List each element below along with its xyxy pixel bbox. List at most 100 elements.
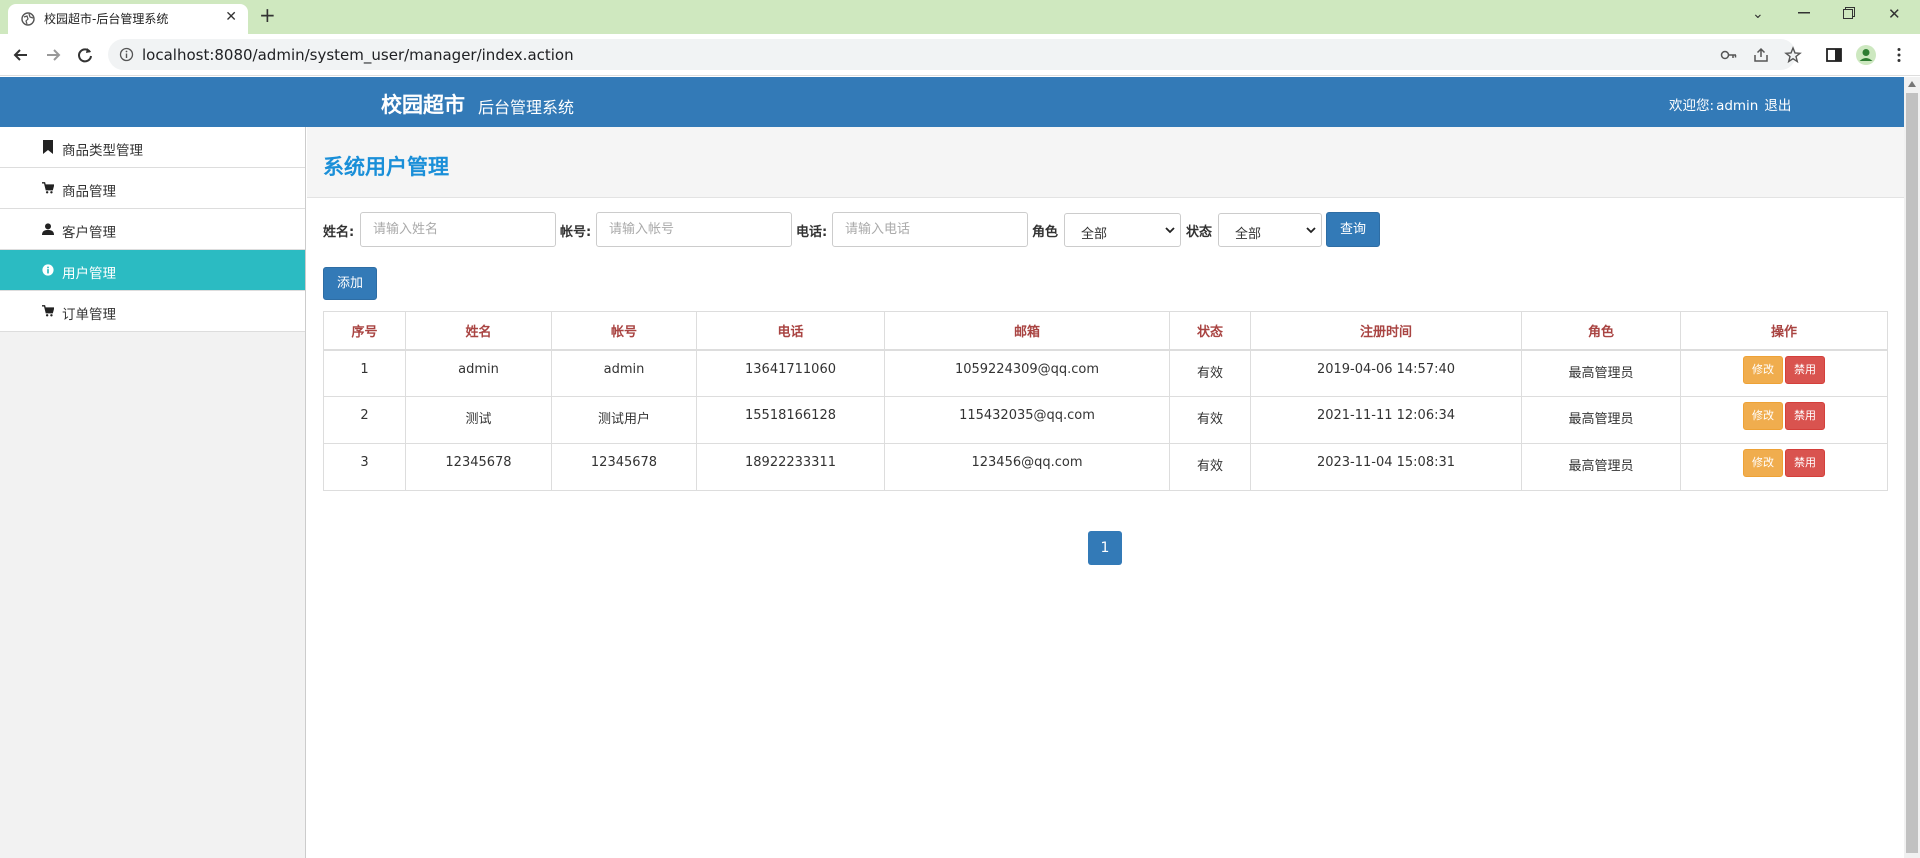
table-row: 2 测试 测试用户 15518166128 115432035@qq.com 有… [323, 396, 1888, 444]
cell-name: 测试 [405, 396, 552, 444]
welcome-text: 欢迎您: admin 退出 [1669, 94, 1791, 114]
cell-no: 3 [323, 443, 406, 491]
globe-icon [21, 12, 35, 26]
url-text[interactable]: localhost:8080/admin/system_user/manager… [142, 46, 574, 64]
back-arrow-icon[interactable] [10, 44, 32, 66]
sidebar-item-users[interactable]: 用户管理 [0, 250, 305, 291]
cell-actions: 修改 禁用 [1680, 349, 1888, 397]
sidebar-item-product-types[interactable]: 商品类型管理 [0, 127, 305, 168]
cell-phone: 13641711060 [696, 349, 885, 397]
status-filter-value: 全部 [1235, 227, 1262, 242]
cell-status: 有效 [1169, 349, 1251, 397]
cell-no: 1 [323, 349, 406, 397]
role-filter-label: 角色 [1032, 225, 1059, 240]
name-filter-label: 姓名: [323, 225, 355, 240]
reload-icon[interactable] [74, 44, 96, 66]
cell-name: admin [405, 349, 552, 397]
restore-icon[interactable] [1843, 7, 1855, 19]
add-button[interactable]: 添加 [323, 267, 377, 300]
account-filter-label: 帐号: [560, 225, 592, 240]
disable-button[interactable]: 禁用 [1785, 402, 1825, 430]
site-info-icon[interactable] [119, 47, 134, 62]
user-icon [42, 223, 54, 235]
column-header: 注册时间 [1250, 311, 1522, 351]
sidebar-item-products[interactable]: 商品管理 [0, 168, 305, 209]
profile-avatar-icon[interactable] [1855, 44, 1877, 66]
status-filter-select[interactable]: 全部 [1218, 213, 1322, 247]
column-header: 帐号 [551, 311, 697, 351]
account-filter-input[interactable] [596, 212, 792, 247]
tab-title: 校园超市-后台管理系统 [44, 12, 169, 26]
info-icon [42, 264, 54, 276]
edit-button[interactable]: 修改 [1743, 402, 1783, 430]
cell-actions: 修改 禁用 [1680, 443, 1888, 491]
key-icon[interactable] [1720, 46, 1738, 64]
cart-icon [42, 182, 54, 194]
bookmark-icon [43, 140, 53, 154]
cell-email: 115432035@qq.com [884, 396, 1170, 444]
cell-registered: 2023-11-04 15:08:31 [1250, 443, 1522, 491]
users-table: 序号 姓名 帐号 电话 邮箱 状态 注册时间 角色 操作 1 admin adm… [323, 311, 1888, 491]
cell-registered: 2019-04-06 14:57:40 [1250, 349, 1522, 397]
app-header: 校园超市 后台管理系统 欢迎您: admin 退出 [0, 77, 1904, 127]
edit-button[interactable]: 修改 [1743, 355, 1783, 384]
window-close-icon[interactable]: ✕ [1888, 5, 1901, 23]
pagination-page-button[interactable]: 1 [1088, 531, 1122, 565]
sidebar: 商品类型管理 商品管理 客户管理 用户管理 订单管理 [0, 127, 306, 858]
cell-phone: 18922233311 [696, 443, 885, 491]
side-panel-icon[interactable] [1825, 46, 1843, 64]
cell-email: 1059224309@qq.com [884, 349, 1170, 397]
name-filter-input[interactable] [360, 212, 556, 247]
cell-account: 测试用户 [551, 396, 697, 444]
browser-tab[interactable]: 校园超市-后台管理系统 ✕ [8, 4, 248, 34]
sidebar-item-label: 客户管理 [62, 225, 116, 241]
scroll-up-arrow-icon[interactable] [1908, 81, 1916, 87]
sidebar-item-orders[interactable]: 订单管理 [0, 291, 305, 332]
sidebar-item-label: 用户管理 [62, 266, 116, 282]
role-filter-select[interactable]: 全部 [1064, 213, 1181, 247]
new-tab-icon[interactable]: + [259, 5, 276, 25]
phone-filter-input[interactable] [832, 212, 1028, 247]
cart-icon [42, 305, 54, 317]
minimize-icon[interactable] [1798, 12, 1810, 14]
cell-name: 12345678 [405, 443, 552, 491]
edit-button[interactable]: 修改 [1743, 449, 1783, 477]
column-header: 姓名 [405, 311, 552, 351]
page-header: 系统用户管理 [307, 127, 1904, 198]
cell-account: 12345678 [551, 443, 697, 491]
tab-close-icon[interactable]: ✕ [225, 9, 237, 25]
column-header: 序号 [323, 311, 406, 351]
chevron-down-icon [1306, 227, 1316, 234]
address-bar[interactable]: localhost:8080/admin/system_user/manager… [108, 39, 1796, 70]
column-header: 邮箱 [884, 311, 1170, 351]
cell-phone: 15518166128 [696, 396, 885, 444]
query-button[interactable]: 查询 [1326, 212, 1380, 247]
sidebar-item-label: 商品类型管理 [62, 143, 143, 159]
sidebar-item-customers[interactable]: 客户管理 [0, 209, 305, 250]
cell-actions: 修改 禁用 [1680, 396, 1888, 444]
scrollbar-thumb[interactable] [1906, 93, 1918, 853]
disable-button[interactable]: 禁用 [1785, 355, 1825, 384]
cell-status: 有效 [1169, 396, 1251, 444]
share-icon[interactable] [1752, 46, 1770, 64]
brand-title: 校园超市 [381, 93, 465, 117]
page-scrollbar[interactable] [1904, 77, 1920, 858]
browser-tabbar: 校园超市-后台管理系统 ✕ + ⌄ ✕ [0, 0, 1920, 34]
cell-account: admin [551, 349, 697, 397]
chevron-down-icon[interactable]: ⌄ [1752, 6, 1764, 22]
forward-arrow-icon[interactable] [42, 44, 64, 66]
cell-role: 最高管理员 [1521, 349, 1681, 397]
sidebar-item-label: 商品管理 [62, 184, 116, 200]
logout-link[interactable]: 退出 [1764, 98, 1791, 114]
cell-email: 123456@qq.com [884, 443, 1170, 491]
brand-subtitle: 后台管理系统 [478, 98, 575, 117]
star-icon[interactable] [1784, 46, 1802, 64]
cell-no: 2 [323, 396, 406, 444]
cell-status: 有效 [1169, 443, 1251, 491]
cell-role: 最高管理员 [1521, 396, 1681, 444]
chevron-down-icon [1165, 227, 1175, 234]
disable-button[interactable]: 禁用 [1785, 449, 1825, 477]
welcome-label: 欢迎您: [1669, 98, 1715, 114]
role-filter-value: 全部 [1081, 227, 1108, 242]
menu-kebab-icon[interactable] [1890, 46, 1908, 64]
